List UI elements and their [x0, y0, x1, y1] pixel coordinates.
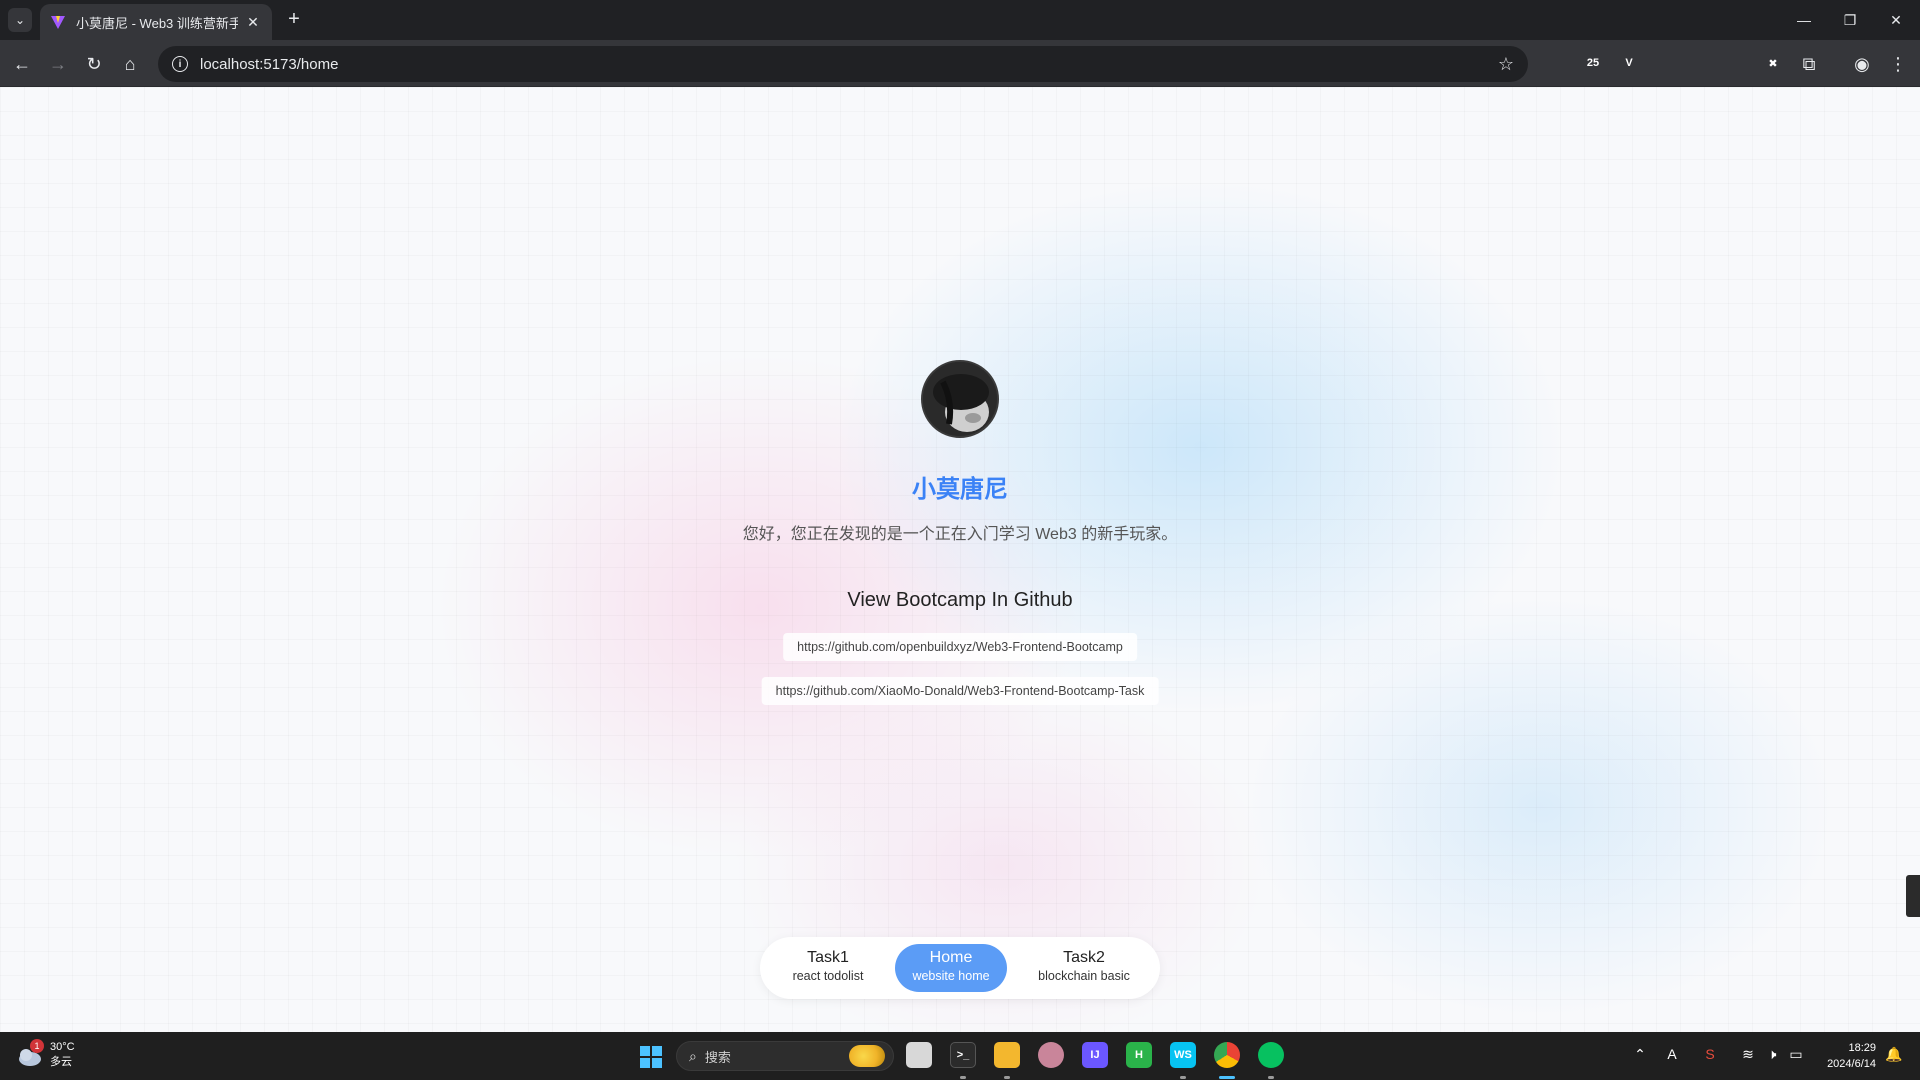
forward-arrow-icon[interactable]: →: [44, 50, 72, 78]
browser-toolbar: ← → ↻ ⌂ i localhost:5173/home ☆ 25 V ✖ ⧉…: [0, 40, 1920, 87]
taskbar-search-placeholder: 搜索: [704, 1049, 731, 1065]
home-icon[interactable]: ⌂: [116, 50, 144, 78]
battery-icon[interactable]: ▭: [1786, 1046, 1806, 1063]
address-url[interactable]: localhost:5173/home: [200, 56, 1498, 73]
badge-extension-icon[interactable]: 25: [1582, 52, 1604, 74]
explorer-running-indicator: [1004, 1076, 1010, 1079]
nav-task2[interactable]: Task2 blockchain basic: [1022, 944, 1146, 992]
chrome-app-icon[interactable]: [1214, 1042, 1240, 1068]
save-extension-icon[interactable]: [1654, 52, 1676, 74]
tray-chevron-up-icon[interactable]: ⌃: [1630, 1046, 1650, 1063]
weather-desc: 多云: [50, 1056, 72, 1068]
taskbar-clock[interactable]: 18:29 2024/6/14: [1806, 1040, 1876, 1072]
menu-dots-icon[interactable]: ⋮: [1884, 50, 1912, 78]
terminal-app-icon[interactable]: >_: [950, 1042, 976, 1068]
github-link-bootcamp[interactable]: https://github.com/openbuildxyz/Web3-Fro…: [783, 633, 1137, 661]
reload-icon[interactable]: ↻: [80, 50, 108, 78]
tab-strip: ⌄ 小莫唐尼 - Web3 训练营新手玩家 ✕ + — ❐ ✕: [0, 0, 1920, 40]
file-explorer-app-icon[interactable]: [994, 1042, 1020, 1068]
terminal-running-indicator: [960, 1076, 966, 1079]
intellij-app-icon[interactable]: IJ: [1082, 1042, 1108, 1068]
hbuilder-app-icon[interactable]: H: [1126, 1042, 1152, 1068]
wechat-running-indicator: [1268, 1076, 1274, 1079]
avatar: [921, 360, 999, 438]
nav-task1-title: Task1: [807, 949, 849, 966]
metamask-extension-icon[interactable]: [1726, 52, 1748, 74]
site-info-icon[interactable]: i: [172, 56, 188, 72]
nav-task2-title: Task2: [1063, 949, 1105, 966]
notification-bell-icon[interactable]: 🔔: [1884, 1046, 1904, 1063]
bookmark-star-icon[interactable]: ☆: [1498, 54, 1514, 75]
extensions-puzzle-icon[interactable]: ⧉: [1795, 50, 1823, 78]
sogou-ime-icon[interactable]: S: [1700, 1046, 1720, 1062]
search-icon: ⌕: [689, 1047, 697, 1064]
volume-muted-icon[interactable]: 🕨: [1762, 1046, 1782, 1063]
back-arrow-icon[interactable]: ←: [8, 50, 36, 78]
wifi-icon[interactable]: ≋: [1738, 1046, 1758, 1063]
input-method-indicator[interactable]: A: [1662, 1046, 1682, 1062]
github-link-task[interactable]: https://github.com/XiaoMo-Donald/Web3-Fr…: [761, 677, 1159, 705]
windows-taskbar: 1 30°C 多云 ⌕ 搜索 >_ IJ H WS ⌃ A S ≋ 🕨 ▭ 18…: [0, 1032, 1920, 1080]
taskbar-search[interactable]: ⌕ 搜索: [676, 1041, 894, 1071]
new-tab-button[interactable]: +: [282, 8, 306, 32]
x-extension-icon[interactable]: ✖: [1762, 52, 1784, 74]
close-window-button[interactable]: ✕: [1882, 8, 1910, 32]
file-viewer-app-icon[interactable]: [906, 1042, 932, 1068]
tab-search-icon[interactable]: ⌄: [8, 8, 32, 32]
search-highlight-icon: [849, 1045, 885, 1067]
grid-background: [0, 87, 1920, 1032]
clock-time: 18:29: [1848, 1042, 1876, 1054]
webstorm-running-indicator: [1180, 1076, 1186, 1079]
nav-task2-subtitle: blockchain basic: [1038, 969, 1130, 983]
nav-task1-subtitle: react todolist: [792, 969, 864, 983]
weather-badge: 1: [30, 1039, 44, 1053]
blue-square-extension-icon[interactable]: [1690, 52, 1712, 74]
tab-title: 小莫唐尼 - Web3 训练营新手玩家: [76, 15, 238, 31]
nav-home-title: Home: [929, 949, 973, 966]
bottom-navigation: Task1 react todolist Home website home T…: [760, 937, 1160, 999]
clock-date: 2024/6/14: [1827, 1058, 1876, 1070]
minimize-button[interactable]: —: [1790, 8, 1818, 32]
chrome-active-indicator: [1219, 1076, 1235, 1079]
nav-home-subtitle: website home: [912, 969, 990, 983]
webstorm-app-icon[interactable]: WS: [1170, 1042, 1196, 1068]
github-section-title: View Bootcamp In Github: [847, 589, 1073, 611]
vite-favicon-icon: [51, 16, 65, 29]
avatar-app-icon[interactable]: [1038, 1042, 1064, 1068]
active-tab[interactable]: 小莫唐尼 - Web3 训练营新手玩家 ✕: [40, 4, 272, 40]
face-extension-icon[interactable]: [1544, 52, 1566, 74]
wechat-app-icon[interactable]: [1258, 1042, 1284, 1068]
page-content: 小莫唐尼 您好，您正在发现的是一个正在入门学习 Web3 的新手玩家。 View…: [0, 87, 1920, 1032]
restore-button[interactable]: ❐: [1836, 8, 1864, 32]
tab-close-icon[interactable]: ✕: [244, 14, 262, 31]
v-extension-icon[interactable]: V: [1618, 52, 1640, 74]
nav-home[interactable]: Home website home: [895, 944, 1007, 992]
nav-task1[interactable]: Task1 react todolist: [776, 944, 880, 992]
weather-temp: 30°C: [50, 1041, 75, 1053]
address-bar[interactable]: i localhost:5173/home ☆: [158, 46, 1528, 82]
profile-avatar-icon[interactable]: ◉: [1848, 50, 1876, 78]
cloud-weather-icon: 1: [16, 1039, 44, 1069]
weather-widget[interactable]: 1 30°C 多云: [16, 1039, 75, 1070]
profile-name: 小莫唐尼: [912, 476, 1008, 503]
profile-intro: 您好，您正在发现的是一个正在入门学习 Web3 的新手玩家。: [742, 526, 1178, 543]
side-panel-handle[interactable]: [1906, 875, 1920, 917]
windows-start-icon[interactable]: [640, 1046, 662, 1068]
